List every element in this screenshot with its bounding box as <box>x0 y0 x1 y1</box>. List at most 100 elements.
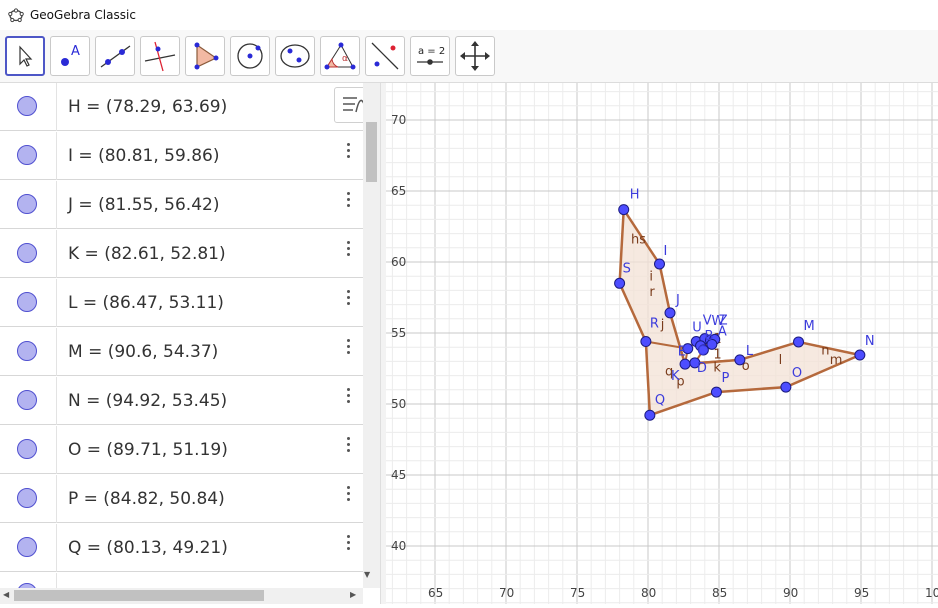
segment-label: m <box>830 353 843 368</box>
segment-label: hs <box>631 233 646 248</box>
row-divider <box>56 83 57 131</box>
visibility-toggle-icon[interactable] <box>17 194 37 214</box>
visibility-toggle-icon[interactable] <box>17 537 37 557</box>
point-icon: A <box>61 44 80 66</box>
segment-label: n <box>821 343 829 358</box>
perpendicular-line-tool-button[interactable] <box>140 36 180 76</box>
algebra-row-i[interactable]: I = (80.81, 59.86) <box>0 132 363 180</box>
algebra-row-text[interactable]: P = (84.82, 50.84) <box>68 489 225 509</box>
more-options-icon[interactable] <box>340 434 358 456</box>
more-options-icon[interactable] <box>340 532 358 554</box>
segment-label: 1 <box>713 348 721 363</box>
circle-tool-button[interactable] <box>230 36 270 76</box>
row-divider <box>56 181 57 229</box>
move-tool-button[interactable] <box>5 36 45 76</box>
algebra-row-j[interactable]: J = (81.55, 56.42) <box>0 181 363 229</box>
reflect-tool-button[interactable] <box>365 36 405 76</box>
point-label: D <box>697 361 707 376</box>
point-s <box>614 277 626 289</box>
scroll-down-arrow-icon[interactable]: ▼ <box>364 570 370 579</box>
more-options-icon[interactable] <box>340 385 358 407</box>
horizontal-scroll-thumb[interactable] <box>14 590 264 601</box>
algebra-row-text[interactable]: H = (78.29, 63.69) <box>68 97 227 117</box>
algebra-row-h[interactable]: H = (78.29, 63.69) <box>0 83 363 131</box>
circle-icon <box>237 43 263 69</box>
vertical-scroll-thumb[interactable] <box>366 122 377 182</box>
more-options-icon[interactable] <box>340 140 358 162</box>
algebra-row-text[interactable]: K = (82.61, 52.81) <box>68 244 226 264</box>
line-tool-button[interactable] <box>95 36 135 76</box>
angle-icon: α <box>324 42 356 70</box>
visibility-toggle-icon[interactable] <box>17 341 37 361</box>
algebra-row-n[interactable]: N = (94.92, 53.45) <box>0 377 363 425</box>
visibility-toggle-icon[interactable] <box>17 390 37 410</box>
segment-label: j <box>660 318 665 333</box>
algebra-row-m[interactable]: M = (90.6, 54.37) <box>0 328 363 376</box>
more-options-icon[interactable] <box>340 238 358 260</box>
more-options-icon[interactable] <box>340 483 358 505</box>
row-divider <box>56 377 57 425</box>
x-tick-label: 95 <box>854 586 869 600</box>
point-label: H <box>630 188 640 203</box>
polygon-tool-button[interactable] <box>185 36 225 76</box>
slider-tool-button[interactable]: a = 2 <box>410 36 450 76</box>
algebra-row-text[interactable]: N = (94.92, 53.45) <box>68 391 227 411</box>
ellipse-tool-button[interactable] <box>275 36 315 76</box>
perpendicular-line-icon <box>144 41 176 72</box>
x-tick-label: 80 <box>641 586 656 600</box>
visibility-toggle-icon[interactable] <box>17 439 37 459</box>
visibility-toggle-icon[interactable] <box>17 96 37 116</box>
x-tick-label: 75 <box>570 586 585 600</box>
graphics-canvas[interactable]: 65 70 75 80 85 90 95 1070656055504540hsirjqpk o l… <box>386 83 938 604</box>
algebra-row-text[interactable]: M = (90.6, 54.37) <box>68 342 218 362</box>
algebra-row-text[interactable]: J = (81.55, 56.42) <box>68 195 219 215</box>
visibility-toggle-icon[interactable] <box>17 243 37 263</box>
algebra-row-text[interactable]: I = (80.81, 59.86) <box>68 146 219 166</box>
scroll-left-arrow-icon[interactable]: ◀ <box>3 590 9 599</box>
graphics-view[interactable]: 65 70 75 80 85 90 95 10 70 65 60 55 50 45 40 hs i r j q p k o l… <box>386 83 938 604</box>
more-options-icon[interactable] <box>340 189 358 211</box>
scroll-right-arrow-icon[interactable]: ▶ <box>350 590 356 599</box>
point-label: J <box>675 293 680 308</box>
point-label: O <box>792 366 802 381</box>
segment-label: i <box>649 269 653 284</box>
visibility-toggle-icon[interactable] <box>17 145 37 165</box>
angle-tool-button[interactable]: α <box>320 36 360 76</box>
more-options-icon[interactable] <box>340 336 358 358</box>
svg-text:a = 2: a = 2 <box>418 46 445 57</box>
point-k <box>679 358 691 370</box>
point-j <box>664 307 676 319</box>
row-divider <box>56 230 57 278</box>
point-i <box>654 258 666 270</box>
point-label: N <box>865 334 875 349</box>
row-divider <box>56 475 57 523</box>
visibility-toggle-icon[interactable] <box>17 292 37 312</box>
row-divider <box>56 524 57 572</box>
row-divider <box>56 279 57 327</box>
visibility-toggle-icon[interactable] <box>17 488 37 508</box>
algebra-row-text[interactable]: O = (89.71, 51.19) <box>68 440 228 460</box>
algebra-row-text[interactable]: L = (86.47, 53.11) <box>68 293 224 313</box>
point-r <box>640 336 652 348</box>
move-graphics-view-tool-button[interactable] <box>455 36 495 76</box>
algebra-row-p[interactable]: P = (84.82, 50.84) <box>0 475 363 523</box>
slider-icon: a = 2 <box>417 46 445 65</box>
point-label: B <box>705 329 714 344</box>
more-options-icon[interactable] <box>340 287 358 309</box>
point-tool-button[interactable]: A <box>50 36 90 76</box>
algebra-row-o[interactable]: O = (89.71, 51.19) <box>0 426 363 474</box>
algebra-row-text[interactable]: Q = (80.13, 49.21) <box>68 538 228 558</box>
row-divider <box>56 328 57 376</box>
x-tick-label: 10 <box>925 586 938 600</box>
algebra-row-l[interactable]: L = (86.47, 53.11) <box>0 279 363 327</box>
segment-label: r <box>649 285 655 300</box>
algebra-row-q[interactable]: Q = (80.13, 49.21) <box>0 524 363 572</box>
svg-text:α: α <box>342 54 348 64</box>
point-label: Q <box>655 393 665 408</box>
y-tick-label: 40 <box>391 539 406 553</box>
point-n <box>854 349 866 361</box>
svg-text:A: A <box>71 44 80 59</box>
segment-label: l <box>779 353 783 368</box>
point-q <box>644 409 656 421</box>
algebra-row-k[interactable]: K = (82.61, 52.81) <box>0 230 363 278</box>
